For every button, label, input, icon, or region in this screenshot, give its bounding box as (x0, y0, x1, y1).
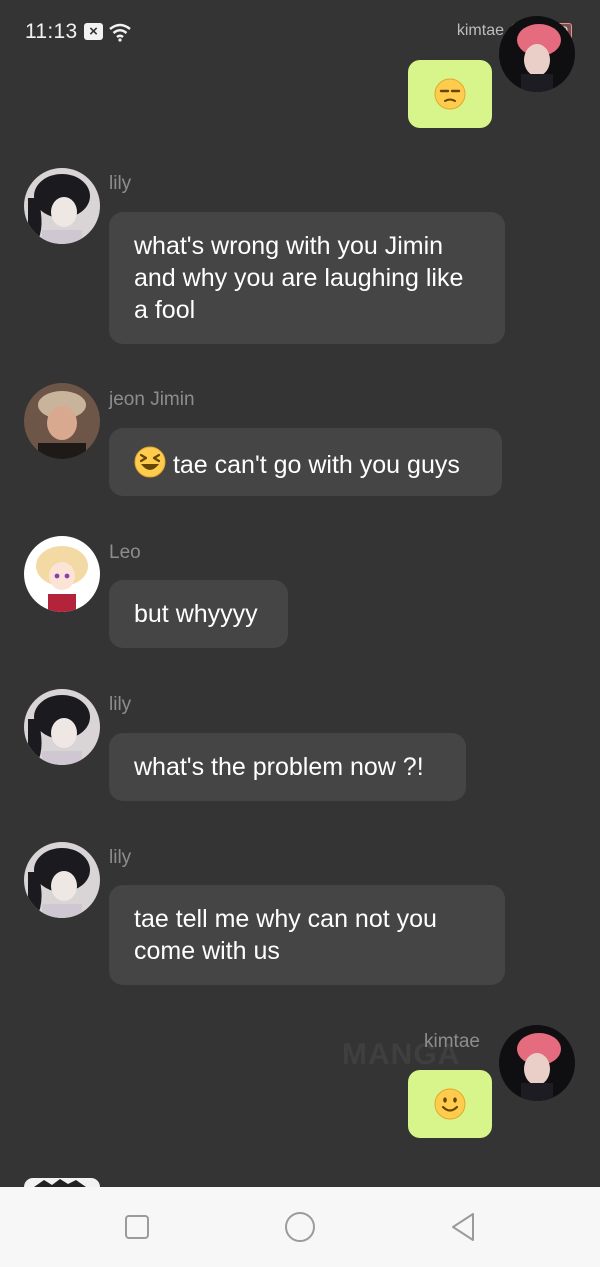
message-text: tae tell me why can not you come with us (134, 905, 437, 965)
status-time: 11:13 (25, 20, 78, 43)
message-text: what's the problem now ?! (134, 753, 424, 781)
square-icon (125, 1215, 149, 1239)
home-button[interactable] (284, 1211, 316, 1243)
avatar-lily[interactable] (24, 168, 100, 244)
wifi-icon (109, 23, 131, 42)
status-overlay-name: kimtae (456, 22, 504, 39)
avatar-lily[interactable] (24, 689, 100, 765)
message-bubble[interactable]: what's wrong with you Jimin and why you … (109, 212, 505, 344)
notification-close-icon: × (84, 23, 103, 40)
message-text: tae can't go with you guys (172, 451, 460, 479)
own-message-bubble[interactable] (408, 60, 492, 128)
message-text: but whyyyy (134, 600, 258, 628)
message-text: what's wrong with you Jimin and why you … (134, 232, 464, 324)
system-nav-bar (0, 1187, 600, 1267)
laughing-face-icon (134, 446, 166, 478)
avatar-kimtae[interactable] (499, 16, 575, 92)
back-button[interactable] (447, 1211, 479, 1243)
message-bubble[interactable]: tae tell me why can not you come with us (109, 885, 505, 985)
unamused-face-icon (434, 78, 466, 110)
message-bubble[interactable]: but whyyyy (109, 580, 288, 648)
avatar-kimtae[interactable] (499, 1025, 575, 1101)
circle-icon (285, 1212, 315, 1242)
avatar-jeon-jimin[interactable] (24, 383, 100, 459)
avatar-partial[interactable] (24, 1178, 100, 1187)
sender-name: jeon Jimin (109, 389, 195, 410)
sender-name: lily (109, 173, 132, 194)
sender-name: lily (109, 847, 132, 868)
own-message-bubble[interactable] (408, 1070, 492, 1138)
message-bubble[interactable]: tae can't go with you guys (109, 428, 502, 496)
slightly-smiling-face-icon (434, 1088, 466, 1120)
sender-name: Leo (109, 542, 141, 563)
recent-apps-button[interactable] (121, 1211, 153, 1243)
sender-name: lily (109, 694, 132, 715)
message-bubble[interactable]: what's the problem now ?! (109, 733, 466, 801)
avatar-leo[interactable] (24, 536, 100, 612)
sender-name: kimtae (424, 1031, 480, 1052)
avatar-lily[interactable] (24, 842, 100, 918)
back-triangle-icon (452, 1213, 474, 1241)
